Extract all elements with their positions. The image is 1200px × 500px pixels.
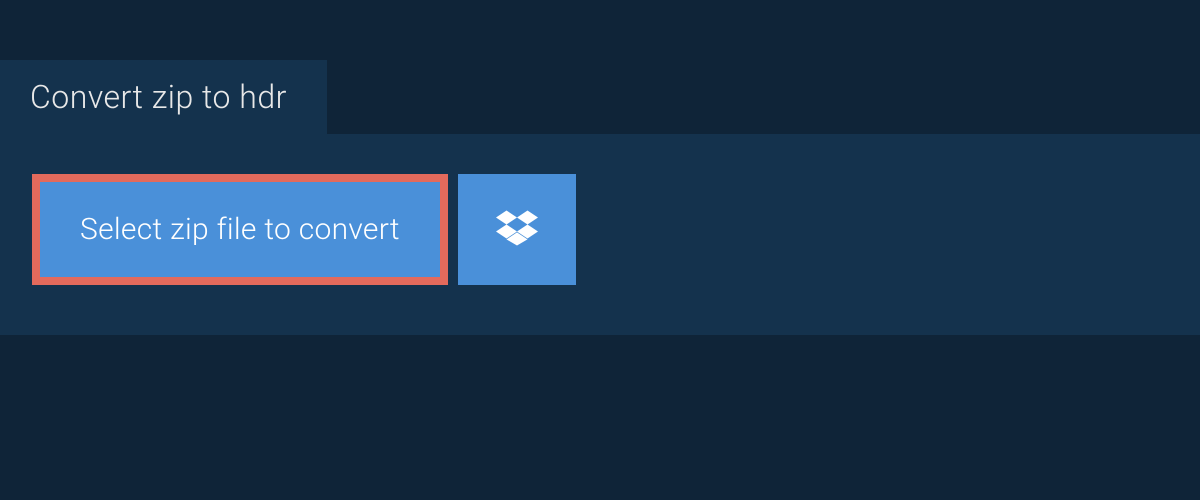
dropbox-button[interactable] [458, 174, 576, 285]
tab-convert[interactable]: Convert zip to hdr [0, 60, 327, 134]
select-file-label: Select zip file to convert [80, 212, 400, 247]
button-row: Select zip file to convert [32, 174, 1168, 285]
tab-bar: Convert zip to hdr [0, 0, 1200, 134]
select-file-button[interactable]: Select zip file to convert [32, 174, 448, 285]
tab-title: Convert zip to hdr [30, 78, 287, 116]
converter-panel: Select zip file to convert [0, 134, 1200, 335]
dropbox-icon [496, 207, 538, 253]
